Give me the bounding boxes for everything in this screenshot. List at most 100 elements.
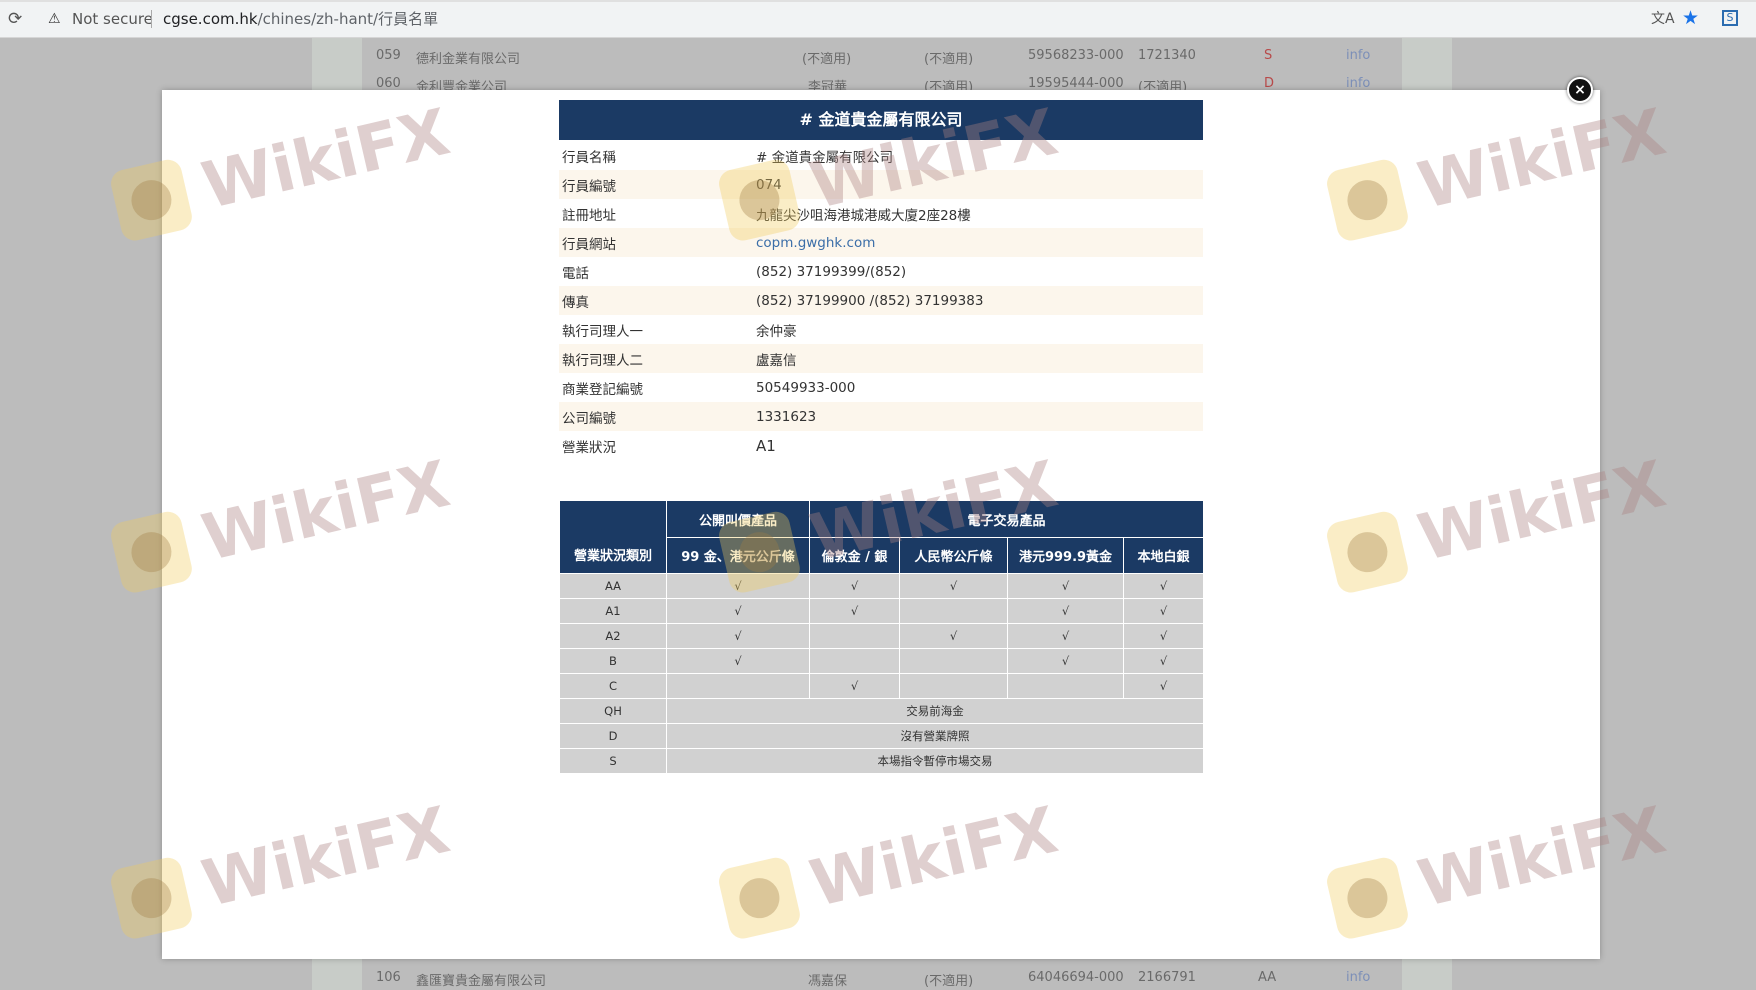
bg-cell-no: 059 (376, 48, 401, 63)
status-category: D (559, 723, 667, 749)
info-label: 商業登記編號 (562, 381, 643, 398)
bookmark-star-icon[interactable]: ★ (1682, 7, 1699, 29)
column-header: 本地白銀 (1122, 537, 1205, 574)
bg-cell-status: AA (1258, 970, 1277, 985)
table-row: C √ √ (559, 673, 1205, 699)
info-value: A1 (756, 436, 776, 455)
bg-info-link[interactable]: info (1346, 48, 1370, 63)
member-info-table: 行員名稱 # 金道貴金屬有限公司 行員編號 074 註冊地址 九龍尖沙咀海港城港… (559, 141, 1203, 460)
status-cell: √ (666, 623, 810, 649)
table-row: AA √ √ √ √ √ (559, 573, 1205, 599)
loading-progress-bar (0, 0, 1756, 2)
info-row: 行員編號 074 (559, 170, 1203, 199)
bg-cell-status: S (1264, 48, 1273, 63)
bg-cell-brn: 59568233-000 (1028, 48, 1124, 63)
status-cell: √ (1007, 623, 1124, 649)
status-cell: √ (1007, 598, 1124, 624)
info-value: 九龍尖沙咀海港城港威大廈2座28樓 (756, 207, 971, 224)
info-row: 執行司理人一 余仲豪 (559, 315, 1203, 344)
browser-address-bar: ⟳ ⚠ Not secure cgse.com.hk/chines/zh-han… (0, 0, 1756, 38)
bg-cell-status: D (1264, 76, 1275, 91)
status-cell (899, 598, 1008, 624)
bg-cell-name: 德利金業有限公司 (416, 52, 521, 67)
status-cell (899, 673, 1008, 699)
info-label: 公司編號 (559, 402, 753, 431)
status-cell: √ (1122, 648, 1205, 674)
url-field[interactable]: cgse.com.hk/chines/zh-hant/行員名單 (163, 10, 438, 28)
info-row: 行員網站 copm.gwghk.com (559, 228, 1203, 257)
url-path: /chines/zh-hant/行員名單 (257, 10, 439, 28)
status-category: A1 (559, 598, 667, 624)
status-cell: √ (666, 573, 810, 599)
info-row: 電話 (852) 37199399/(852) (559, 257, 1203, 286)
business-status-table: 營業狀況類別 公開叫價產品 電子交易產品 99 金、港元公斤條 倫敦金 / 銀 … (559, 500, 1205, 774)
info-row: 執行司理人二 盧嘉信 (559, 344, 1203, 373)
table-row: D 沒有營業牌照 (559, 723, 1205, 749)
modal-content: # 金道貴金屬有限公司 行員名稱 # 金道貴金屬有限公司 行員編號 074 註冊… (559, 100, 1205, 774)
info-row: 傳真 (852) 37199900 /(852) 37199383 (559, 286, 1203, 315)
status-category-header: 營業狀況類別 (559, 500, 667, 574)
bg-cell-brn: 19595444-000 (1028, 76, 1124, 91)
bg-info-link[interactable]: info (1346, 76, 1370, 91)
status-category: S (559, 748, 667, 774)
status-cell: √ (1122, 673, 1205, 699)
table-row: S 本場指令暫停市場交易 (559, 748, 1205, 774)
info-label: 行員編號 (559, 170, 753, 199)
column-header: 倫敦金 / 銀 (809, 537, 900, 574)
info-value: copm.gwghk.com (753, 228, 1203, 257)
electronic-trading-products-header: 電子交易產品 (808, 500, 1205, 538)
status-category: C (559, 673, 667, 699)
info-label: 執行司理人二 (559, 344, 753, 373)
status-cell: √ (809, 598, 900, 624)
status-description: 沒有營業牌照 (665, 723, 1205, 749)
info-value: # 金道貴金屬有限公司 (756, 149, 894, 166)
info-value: 074 (753, 170, 1203, 199)
member-detail-modal: # 金道貴金屬有限公司 行員名稱 # 金道貴金屬有限公司 行員編號 074 註冊… (162, 90, 1600, 959)
bg-cell-col2: (不適用) (924, 974, 974, 989)
status-description: 交易前海金 (665, 698, 1205, 724)
status-cell: √ (1007, 648, 1124, 674)
info-value: (852) 37199399/(852) (756, 263, 907, 280)
extension-icon[interactable]: S (1722, 10, 1738, 26)
info-label: 電話 (562, 265, 589, 282)
status-cell: √ (666, 598, 810, 624)
bg-info-link[interactable]: info (1346, 970, 1370, 985)
info-label: 註冊地址 (562, 207, 616, 224)
info-value: (852) 37199900 /(852) 37199383 (753, 286, 1203, 315)
status-category: QH (559, 698, 667, 724)
bg-cell-cr: 2166791 (1138, 970, 1196, 985)
reload-icon[interactable]: ⟳ (8, 9, 22, 29)
info-label: 行員名稱 (562, 149, 616, 166)
background-row: 059 德利金業有限公司 (不適用) (不適用) 59568233-000 17… (362, 42, 1452, 70)
modal-close-button[interactable]: × (1567, 77, 1593, 103)
status-description: 本場指令暫停市場交易 (665, 748, 1205, 774)
status-cell: √ (1122, 598, 1205, 624)
bg-cell-cr: 1721340 (1138, 48, 1196, 63)
status-category: B (559, 648, 667, 674)
column-header: 港元999.9黃金 (1007, 537, 1124, 574)
status-cell (1007, 673, 1124, 699)
status-category: AA (559, 573, 667, 599)
info-row: 營業狀況 A1 (559, 431, 1203, 460)
info-value: 盧嘉信 (753, 344, 1203, 373)
info-label: 傳真 (559, 286, 753, 315)
status-cell (809, 648, 900, 674)
bg-cell-col1: 馮嘉保 (808, 974, 848, 989)
security-label[interactable]: Not secure (72, 10, 153, 28)
bg-cell-col2: (不適用) (924, 52, 974, 67)
column-header: 人民幣公斤條 (899, 537, 1008, 574)
table-row: A2 √ √ √ √ (559, 623, 1205, 649)
table-row: QH 交易前海金 (559, 698, 1205, 724)
translate-icon[interactable]: 文A (1651, 10, 1675, 28)
info-label: 行員網站 (559, 228, 753, 257)
column-header: 99 金、港元公斤條 (666, 537, 810, 574)
status-cell: √ (809, 673, 900, 699)
warning-icon[interactable]: ⚠ (48, 10, 61, 28)
status-cell: √ (899, 623, 1008, 649)
status-cell: √ (809, 573, 900, 599)
open-outcry-products-header: 公開叫價產品 (666, 500, 810, 538)
background-row: 106 鑫匯寶貴金屬有限公司 馮嘉保 (不適用) 64046694-000 21… (362, 964, 1452, 990)
website-link[interactable]: copm.gwghk.com (756, 235, 875, 251)
table-row: A1 √ √ √ √ (559, 598, 1205, 624)
status-cell (666, 673, 810, 699)
